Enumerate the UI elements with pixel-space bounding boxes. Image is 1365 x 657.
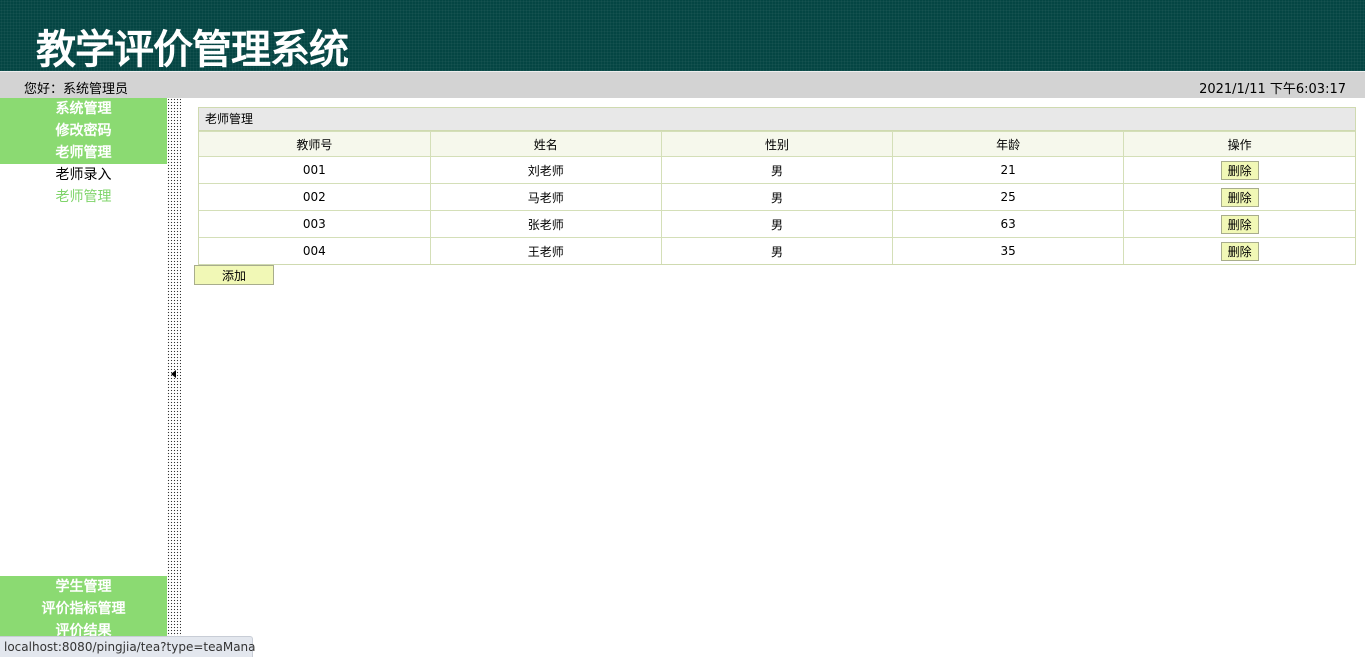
actions-cell: 删除 bbox=[1123, 237, 1355, 264]
table-row: 002 马老师 男 25 删除 bbox=[199, 183, 1355, 211]
teacher-name: 马老师 bbox=[429, 183, 662, 211]
column-header: 姓名 bbox=[429, 131, 662, 157]
actions-cell: 删除 bbox=[1123, 210, 1355, 238]
delete-button[interactable]: 删除 bbox=[1220, 214, 1259, 234]
sidebar-splitter[interactable] bbox=[167, 98, 181, 657]
info-bar: 您好：系统管理员 2021/1/11 下午6:03:17 bbox=[0, 71, 1365, 98]
page-header: 教学评价管理系统 bbox=[0, 0, 1365, 73]
menu-item-teacher-entry[interactable]: 老师录入 bbox=[0, 164, 167, 186]
teacher-id: 001 bbox=[199, 156, 431, 184]
teacher-name: 张老师 bbox=[429, 210, 662, 238]
teacher-age: 35 bbox=[892, 237, 1125, 264]
column-header: 年龄 bbox=[892, 131, 1125, 157]
teacher-age: 63 bbox=[892, 210, 1125, 238]
teacher-id: 003 bbox=[199, 210, 431, 238]
greeting: 您好：系统管理员 bbox=[24, 78, 128, 97]
column-header: 教师号 bbox=[199, 131, 431, 157]
delete-button[interactable]: 删除 bbox=[1220, 160, 1259, 180]
delete-button[interactable]: 删除 bbox=[1220, 187, 1259, 207]
menu-evaluation-index-management[interactable]: 评价指标管理 bbox=[0, 598, 167, 620]
table-row: 001 刘老师 男 21 删除 bbox=[199, 156, 1355, 184]
teacher-name: 王老师 bbox=[429, 237, 662, 264]
app-title: 教学评价管理系统 bbox=[36, 27, 349, 73]
teacher-gender: 男 bbox=[660, 237, 894, 264]
menu-item-teacher-management[interactable]: 老师管理 bbox=[0, 186, 167, 208]
teacher-id: 004 bbox=[199, 237, 431, 264]
teacher-age: 21 bbox=[892, 156, 1125, 184]
user-name: 系统管理员 bbox=[63, 82, 129, 97]
teacher-table: 教师号 姓名 性别 年龄 操作 001 刘老师 男 21 删除 002 马老师 … bbox=[199, 131, 1355, 264]
collapse-arrow-icon[interactable] bbox=[171, 370, 176, 378]
delete-button[interactable]: 删除 bbox=[1220, 241, 1259, 261]
sidebar: 系统管理 修改密码 老师管理 老师录入 老师管理 学生管理 评价指标管理 评价结… bbox=[0, 98, 167, 657]
menu-system-management[interactable]: 系统管理 bbox=[0, 98, 167, 120]
teacher-id: 002 bbox=[199, 183, 431, 211]
actions-cell: 删除 bbox=[1123, 156, 1355, 184]
status-bar-url: localhost:8080/pingjia/tea?type=teaMana bbox=[0, 636, 256, 657]
teacher-age: 25 bbox=[892, 183, 1125, 211]
column-header: 操作 bbox=[1123, 131, 1355, 157]
teacher-gender: 男 bbox=[660, 183, 894, 211]
menu-student-management[interactable]: 学生管理 bbox=[0, 576, 167, 598]
table-header-row: 教师号 姓名 性别 年龄 操作 bbox=[199, 131, 1355, 157]
greeting-label: 您好： bbox=[24, 82, 64, 97]
panel-title: 老师管理 bbox=[199, 108, 1355, 131]
teacher-gender: 男 bbox=[660, 156, 894, 184]
teacher-name: 刘老师 bbox=[429, 156, 662, 184]
datetime: 2021/1/11 下午6:03:17 bbox=[1199, 82, 1346, 97]
add-button[interactable]: 添加 bbox=[194, 265, 274, 285]
table-row: 003 张老师 男 63 删除 bbox=[199, 210, 1355, 238]
menu-teacher-management[interactable]: 老师管理 bbox=[0, 142, 167, 164]
teacher-gender: 男 bbox=[660, 210, 894, 238]
menu-change-password[interactable]: 修改密码 bbox=[0, 120, 167, 142]
column-header: 性别 bbox=[660, 131, 894, 157]
teacher-panel: 老师管理 教师号 姓名 性别 年龄 操作 001 刘老师 男 21 删除 002… bbox=[198, 107, 1356, 265]
sidebar-bottom-menu: 学生管理 评价指标管理 评价结果 bbox=[0, 576, 167, 642]
actions-cell: 删除 bbox=[1123, 183, 1355, 211]
table-row: 004 王老师 男 35 删除 bbox=[199, 237, 1355, 264]
